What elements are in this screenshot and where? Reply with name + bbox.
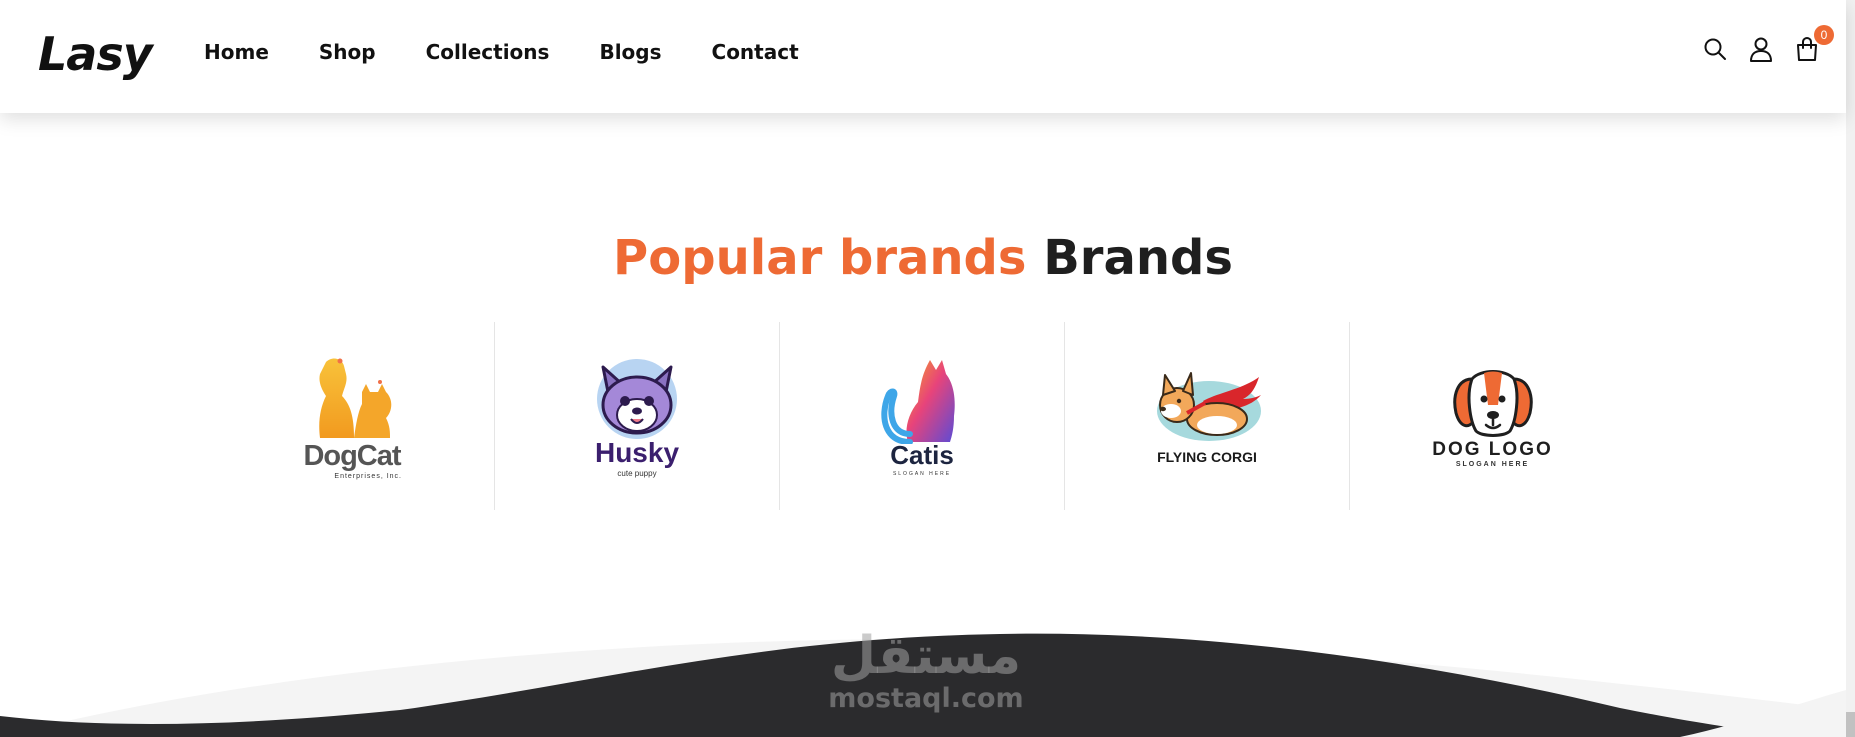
brand-card-dog-logo[interactable]: DOG LOGO SLOGAN HERE — [1350, 322, 1635, 510]
brand-name: DOG LOGO — [1432, 438, 1553, 460]
beagle-face-icon — [1452, 369, 1533, 437]
brand-tagline: Enterprises, Inc. — [334, 473, 402, 480]
brand-tagline: SLOGAN HERE — [1455, 460, 1530, 468]
user-icon — [1750, 37, 1772, 62]
brand-logo-catis: Catis SLOGAN HERE — [874, 356, 970, 477]
watermark-arabic: مستقل — [830, 626, 1022, 686]
husky-face-icon — [597, 358, 677, 439]
nav-shop[interactable]: Shop — [319, 38, 376, 66]
brand-logo-dogcat: DogCat Enterprises, Inc. — [302, 352, 402, 480]
cat-silhouette-icon — [881, 359, 955, 444]
section-title-accent: Popular brands — [613, 230, 1027, 286]
nav-home[interactable]: Home — [204, 38, 269, 66]
brand-name: Husky — [594, 436, 680, 468]
brand-card-flying-corgi[interactable]: FLYING CORGI — [1065, 322, 1350, 510]
watermark: مستقل mostaql.com — [826, 628, 1026, 714]
scrollbar-thumb[interactable] — [1846, 712, 1855, 737]
brand-card-dogcat[interactable]: DogCat Enterprises, Inc. — [210, 322, 495, 510]
page: Lasy Home Shop Collections Blogs Contact — [0, 0, 1855, 737]
brand-logo-husky: Husky cute puppy — [589, 355, 685, 478]
brand-name: DogCat — [303, 440, 401, 472]
brand-name: FLYING CORGI — [1157, 449, 1257, 465]
cart-button[interactable]: 0 — [1794, 25, 1834, 62]
page-scrollbar[interactable] — [1846, 0, 1855, 737]
search-button[interactable] — [1702, 36, 1728, 62]
dog-cat-silhouette-icon — [319, 358, 392, 438]
nav-contact[interactable]: Contact — [712, 38, 799, 66]
brand-tagline: SLOGAN HERE — [892, 470, 952, 477]
nav-collections[interactable]: Collections — [426, 38, 550, 66]
brand-tagline: cute puppy — [617, 468, 657, 478]
search-icon — [1704, 38, 1726, 60]
cart-count-badge: 0 — [1814, 25, 1834, 45]
site-header: Lasy Home Shop Collections Blogs Contact — [0, 0, 1846, 113]
header-actions: 0 — [1702, 25, 1834, 62]
nav-blogs[interactable]: Blogs — [599, 38, 661, 66]
section-title: Popular brands Brands — [0, 226, 1846, 290]
site-logo[interactable]: Lasy — [38, 24, 153, 84]
brand-list: DogCat Enterprises, Inc. Husky cute pupp… — [210, 322, 1635, 510]
brand-card-catis[interactable]: Catis SLOGAN HERE — [780, 322, 1065, 510]
brand-logo-dog-logo: DOG LOGO SLOGAN HERE — [1432, 365, 1553, 468]
main-nav: Home Shop Collections Blogs Contact — [204, 38, 849, 66]
brand-name: Catis — [890, 439, 954, 470]
brand-logo-flying-corgi: FLYING CORGI — [1147, 367, 1267, 465]
section-title-rest: Brands — [1043, 230, 1233, 286]
corgi-icon — [1157, 372, 1261, 441]
watermark-latin: mostaql.com — [828, 683, 1024, 714]
brand-card-husky[interactable]: Husky cute puppy — [495, 322, 780, 510]
account-button[interactable] — [1748, 36, 1774, 62]
